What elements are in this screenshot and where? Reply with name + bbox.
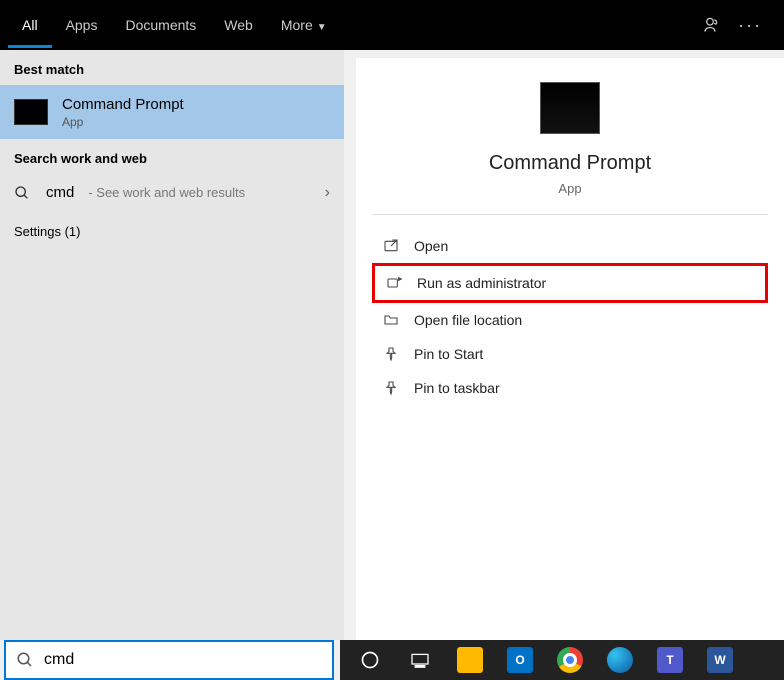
preview-app-icon [540, 82, 600, 134]
task-view-button[interactable] [398, 643, 442, 677]
outlook-icon: O [507, 647, 533, 673]
best-match-header: Best match [0, 50, 344, 85]
search-icon [16, 651, 34, 669]
settings-group[interactable]: Settings (1) [0, 212, 344, 251]
pin-icon [382, 345, 400, 363]
action-label: Run as administrator [417, 275, 546, 291]
action-run-as-administrator[interactable]: Run as administrator [372, 263, 768, 303]
results-panel: Best match Command Prompt App Search wor… [0, 50, 344, 640]
edge-icon [607, 647, 633, 673]
result-subtitle: App [62, 115, 184, 129]
tab-web[interactable]: Web [210, 3, 267, 48]
feedback-icon[interactable] [700, 15, 720, 35]
action-open-file-location[interactable]: Open file location [372, 303, 768, 337]
action-pin-to-taskbar[interactable]: Pin to taskbar [372, 371, 768, 405]
result-command-prompt[interactable]: Command Prompt App [0, 85, 344, 139]
open-icon [382, 237, 400, 255]
search-tabs: All Apps Documents Web More▼ ··· [0, 0, 784, 50]
tab-apps[interactable]: Apps [52, 3, 112, 48]
preview-subtitle: App [558, 181, 581, 196]
web-result-cmd[interactable]: cmd - See work and web results › [0, 174, 344, 212]
taskbar-outlook[interactable]: O [498, 643, 542, 677]
command-prompt-icon [14, 99, 48, 125]
taskbar-word[interactable]: W [698, 643, 742, 677]
tab-documents[interactable]: Documents [111, 3, 210, 48]
action-label: Pin to taskbar [414, 380, 500, 396]
teams-icon: T [657, 647, 683, 673]
taskbar-edge[interactable] [598, 643, 642, 677]
folder-icon [457, 647, 483, 673]
search-bar[interactable] [4, 640, 334, 680]
chevron-right-icon: › [325, 184, 330, 202]
pin-icon [382, 379, 400, 397]
chevron-down-icon: ▼ [317, 22, 327, 33]
action-label: Open file location [414, 312, 522, 328]
search-input[interactable] [44, 651, 322, 669]
preview-title: Command Prompt [489, 152, 651, 175]
web-query: cmd [46, 184, 74, 201]
action-label: Open [414, 238, 448, 254]
search-work-web-header: Search work and web [0, 139, 344, 174]
folder-icon [382, 311, 400, 329]
action-open[interactable]: Open [372, 229, 768, 263]
search-icon [14, 185, 32, 201]
cortana-button[interactable] [348, 643, 392, 677]
tab-all[interactable]: All [8, 3, 52, 48]
action-pin-to-start[interactable]: Pin to Start [372, 337, 768, 371]
admin-shield-icon [385, 274, 403, 292]
word-icon: W [707, 647, 733, 673]
tab-more[interactable]: More▼ [267, 3, 341, 48]
web-hint: - See work and web results [88, 185, 245, 200]
result-title: Command Prompt [62, 95, 184, 115]
taskbar: O T W [340, 640, 784, 680]
taskbar-chrome[interactable] [548, 643, 592, 677]
action-label: Pin to Start [414, 346, 483, 362]
more-options-icon[interactable]: ··· [738, 15, 762, 36]
chrome-icon [557, 647, 583, 673]
taskbar-file-explorer[interactable] [448, 643, 492, 677]
taskbar-teams[interactable]: T [648, 643, 692, 677]
preview-panel: Command Prompt App Open Run as administr… [356, 58, 784, 640]
